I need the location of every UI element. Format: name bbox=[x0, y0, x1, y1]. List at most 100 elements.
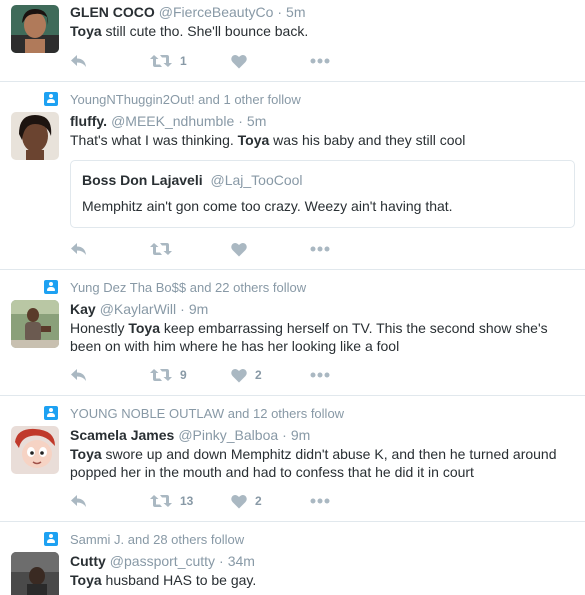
tweet[interactable]: YOUNG NOBLE OUTLAW and 12 others follow … bbox=[0, 396, 585, 522]
tweet-header: Cutty @passport_cutty · 34m bbox=[70, 553, 255, 569]
tweet-text-part: swore up and down Memphitz didn't abuse … bbox=[70, 446, 557, 480]
tweet-actions: 13 2 bbox=[70, 491, 370, 511]
like-count: 2 bbox=[255, 368, 262, 382]
like-button[interactable] bbox=[231, 51, 255, 71]
follow-context: Yung Dez Tha Bo$$ and 22 others follow bbox=[44, 279, 306, 295]
quoted-user-handle: @Laj_TooCool bbox=[210, 172, 303, 188]
more-button[interactable] bbox=[310, 239, 330, 259]
display-name[interactable]: GLEN COCO bbox=[70, 4, 155, 20]
avatar[interactable] bbox=[11, 426, 59, 474]
reply-icon bbox=[71, 55, 86, 67]
tweet-actions bbox=[70, 239, 370, 259]
separator-dot: · bbox=[277, 4, 283, 20]
retweet-count: 13 bbox=[180, 494, 194, 508]
like-button[interactable] bbox=[231, 239, 255, 259]
reply-button[interactable] bbox=[70, 491, 88, 511]
like-button[interactable]: 2 bbox=[231, 491, 262, 511]
highlight-term: Toya bbox=[237, 132, 270, 148]
follow-context-icon bbox=[44, 532, 58, 546]
avatar[interactable] bbox=[11, 552, 59, 595]
user-handle[interactable]: @passport_cutty bbox=[110, 553, 215, 569]
like-count: 2 bbox=[255, 494, 262, 508]
more-button[interactable] bbox=[310, 491, 330, 511]
reply-icon bbox=[71, 243, 86, 255]
retweet-icon bbox=[150, 243, 172, 255]
tweet-header: GLEN COCO @FierceBeautyCo · 5m bbox=[70, 4, 306, 20]
reply-button[interactable] bbox=[70, 365, 88, 385]
tweet-header: Kay @KaylarWill · 9m bbox=[70, 301, 208, 317]
separator-dot: · bbox=[282, 427, 287, 443]
quoted-tweet[interactable]: Boss Don Lajaveli @Laj_TooCool Memphitz … bbox=[70, 160, 575, 228]
more-icon bbox=[310, 246, 330, 252]
like-button[interactable]: 2 bbox=[231, 365, 262, 385]
retweet-button[interactable]: 13 bbox=[150, 491, 193, 511]
more-button[interactable] bbox=[310, 365, 330, 385]
follow-context: YOUNG NOBLE OUTLAW and 12 others follow bbox=[44, 405, 344, 421]
tweet[interactable]: Sammi J. and 28 others follow Cutty @pas… bbox=[0, 522, 585, 595]
timestamp[interactable]: 34m bbox=[228, 553, 255, 569]
tweet-text-part: That's what I was thinking. bbox=[70, 132, 238, 148]
highlight-term: Toya bbox=[70, 23, 102, 39]
heart-icon bbox=[231, 242, 247, 256]
timestamp[interactable]: 9m bbox=[291, 427, 310, 443]
display-name[interactable]: Cutty bbox=[70, 553, 106, 569]
retweet-button[interactable] bbox=[150, 239, 180, 259]
retweet-count: 1 bbox=[180, 54, 187, 68]
retweet-icon bbox=[150, 369, 172, 381]
user-handle[interactable]: @Pinky_Balboa bbox=[178, 427, 278, 443]
separator-dot: · bbox=[180, 301, 185, 317]
tweet-text: Toya still cute tho. She'll bounce back. bbox=[70, 22, 570, 40]
follow-context-icon bbox=[44, 406, 58, 420]
tweet-text-part: was his baby and they still cool bbox=[269, 132, 466, 148]
follow-context-icon bbox=[44, 92, 58, 106]
tweet[interactable]: YoungNThuggin2Out! and 1 other follow fl… bbox=[0, 82, 585, 270]
timestamp[interactable]: 5m bbox=[247, 113, 266, 129]
follow-context: Sammi J. and 28 others follow bbox=[44, 531, 244, 547]
user-handle[interactable]: @MEEK_ndhumble bbox=[111, 113, 234, 129]
highlight-term: Toya bbox=[128, 320, 160, 336]
more-icon bbox=[310, 58, 330, 64]
timestamp[interactable]: 9m bbox=[189, 301, 208, 317]
retweet-icon bbox=[150, 495, 172, 507]
quoted-display-name: Boss Don Lajaveli bbox=[82, 172, 203, 188]
heart-icon bbox=[231, 494, 247, 508]
avatar[interactable] bbox=[11, 5, 59, 53]
quoted-tweet-header: Boss Don Lajaveli @Laj_TooCool bbox=[82, 172, 303, 188]
display-name[interactable]: fluffy. bbox=[70, 113, 107, 129]
highlight-term: Toya bbox=[70, 572, 102, 588]
follow-context-text[interactable]: YOUNG NOBLE OUTLAW and 12 others follow bbox=[70, 406, 344, 421]
avatar[interactable] bbox=[11, 112, 59, 160]
heart-icon bbox=[231, 368, 247, 382]
timestamp[interactable]: 5m bbox=[286, 4, 305, 20]
display-name[interactable]: Kay bbox=[70, 301, 96, 317]
tweet[interactable]: GLEN COCO @FierceBeautyCo · 5m Toya stil… bbox=[0, 0, 585, 82]
separator-dot: · bbox=[219, 553, 224, 569]
quoted-tweet-text: Memphitz ain't gon come too crazy. Weezy… bbox=[82, 198, 453, 214]
reply-icon bbox=[71, 369, 86, 381]
reply-icon bbox=[71, 495, 86, 507]
more-button[interactable] bbox=[310, 51, 330, 71]
follow-context-text[interactable]: Yung Dez Tha Bo$$ and 22 others follow bbox=[70, 280, 306, 295]
follow-context: YoungNThuggin2Out! and 1 other follow bbox=[44, 91, 301, 107]
avatar[interactable] bbox=[11, 300, 59, 348]
more-icon bbox=[310, 498, 330, 504]
tweet[interactable]: Yung Dez Tha Bo$$ and 22 others follow K… bbox=[0, 270, 585, 396]
reply-button[interactable] bbox=[70, 51, 88, 71]
follow-context-text[interactable]: Sammi J. and 28 others follow bbox=[70, 532, 244, 547]
tweet-text: Toya husband HAS to be gay. bbox=[70, 571, 570, 589]
follow-context-text[interactable]: YoungNThuggin2Out! and 1 other follow bbox=[70, 92, 301, 107]
heart-icon bbox=[231, 54, 247, 68]
retweet-count: 9 bbox=[180, 368, 187, 382]
retweet-button[interactable]: 9 bbox=[150, 365, 187, 385]
retweet-button[interactable]: 1 bbox=[150, 51, 187, 71]
tweet-text-part: Honestly bbox=[70, 320, 129, 336]
tweet-header: Scamela James @Pinky_Balboa · 9m bbox=[70, 427, 310, 443]
user-handle[interactable]: @FierceBeautyCo bbox=[159, 4, 274, 20]
reply-button[interactable] bbox=[70, 239, 88, 259]
display-name[interactable]: Scamela James bbox=[70, 427, 174, 443]
tweet-header: fluffy. @MEEK_ndhumble · 5m bbox=[70, 113, 266, 129]
tweet-actions: 1 bbox=[70, 51, 370, 71]
user-handle[interactable]: @KaylarWill bbox=[100, 301, 176, 317]
highlight-term: Toya bbox=[70, 446, 102, 462]
follow-context-icon bbox=[44, 280, 58, 294]
